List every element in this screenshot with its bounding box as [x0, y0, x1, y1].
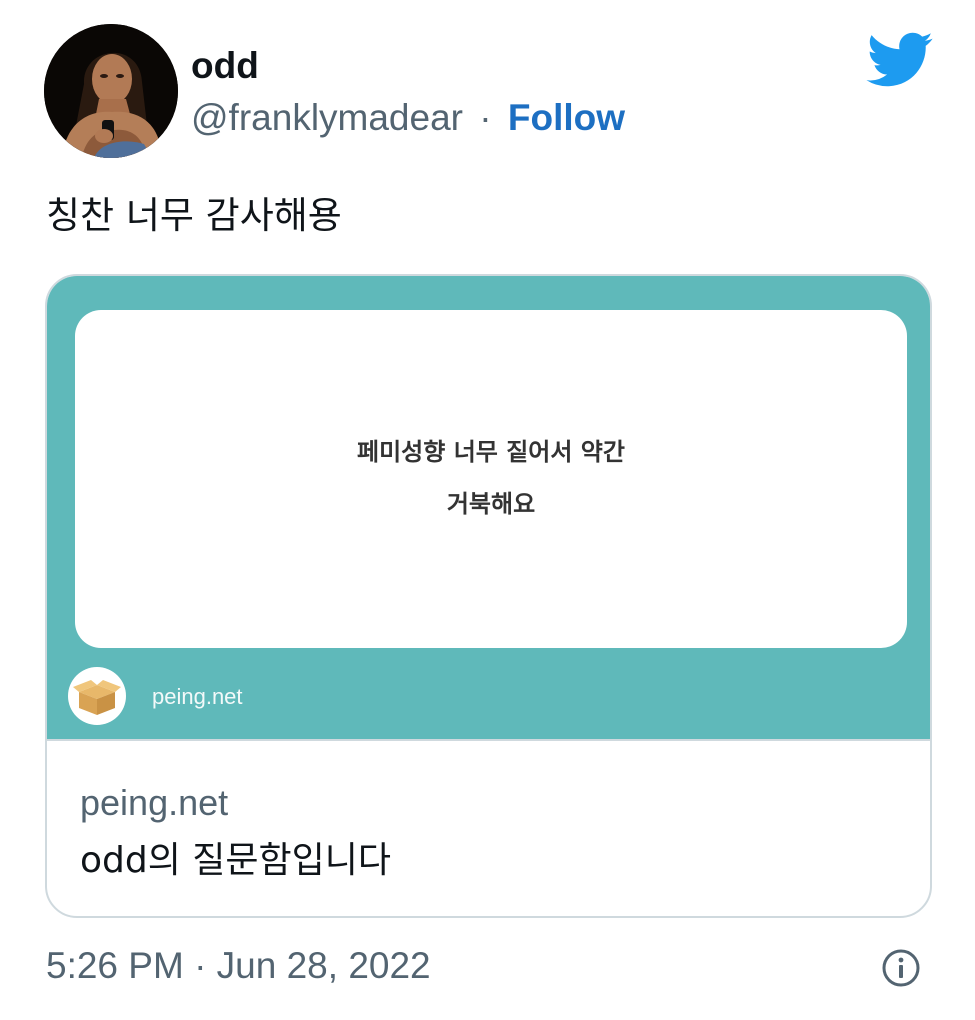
- tweet-timestamp[interactable]: 5:26 PM · Jun 28, 2022: [46, 944, 431, 988]
- avatar-photo: [44, 24, 178, 158]
- handle-separator: ·: [479, 97, 492, 138]
- question-box: 페미성향 너무 짙어서 약간 거북해요: [75, 310, 907, 648]
- embedded-tweet: odd @franklymadear · Follow 칭찬 너무 감사해용 페…: [0, 0, 975, 1020]
- author-handle[interactable]: @franklymadear: [191, 97, 463, 138]
- author-avatar[interactable]: [44, 24, 178, 158]
- author-handle-row: @franklymadear · Follow: [191, 96, 625, 140]
- twitter-bird-icon[interactable]: [866, 32, 934, 88]
- info-icon[interactable]: [881, 948, 921, 988]
- card-media-image: 페미성향 너무 짙어서 약간 거북해요 peing.net: [47, 276, 930, 741]
- question-line-1: 페미성향 너무 짙어서 약간: [357, 438, 625, 466]
- author-display-name[interactable]: odd: [191, 44, 259, 88]
- cardboard-box-icon: [68, 667, 126, 725]
- card-title: odd의 질문함입니다: [80, 840, 392, 881]
- link-card[interactable]: 페미성향 너무 짙어서 약간 거북해요 peing.net peing.net …: [45, 274, 932, 918]
- tweet-text: 칭찬 너무 감사해용: [46, 194, 342, 237]
- question-line-2: 거북해요: [446, 490, 536, 518]
- card-domain: peing.net: [80, 782, 229, 823]
- card-media-site-label: peing.net: [152, 684, 243, 709]
- follow-link[interactable]: Follow: [508, 97, 625, 138]
